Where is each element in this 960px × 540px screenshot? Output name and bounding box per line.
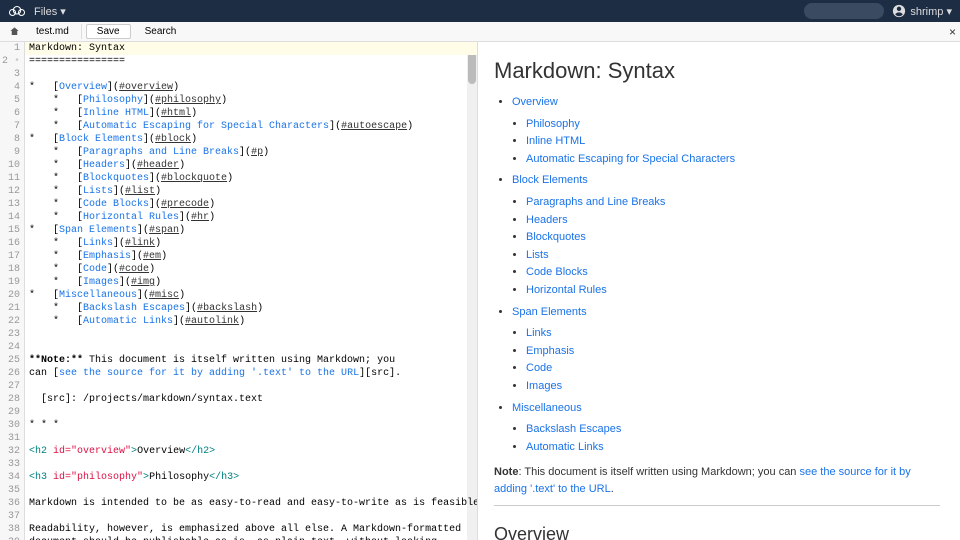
editor-line[interactable]: 33 [0, 458, 477, 471]
main-split: 1Markdown: Syntax2 •================34* … [0, 42, 960, 540]
editor-line[interactable]: 14 * [Horizontal Rules](#hr) [0, 211, 477, 224]
toc-link[interactable]: Span Elements [512, 306, 587, 318]
toc-link[interactable]: Code Blocks [526, 266, 588, 278]
editor-line[interactable]: 11 * [Blockquotes](#blockquote) [0, 172, 477, 185]
editor-line[interactable]: 39document should be publishable as-is, … [0, 536, 477, 540]
editor-line[interactable]: 19 * [Images](#img) [0, 276, 477, 289]
toc-link[interactable]: Lists [526, 249, 549, 261]
editor-line[interactable]: 1Markdown: Syntax [0, 42, 477, 55]
editor-line[interactable]: 22 * [Automatic Links](#autolink) [0, 315, 477, 328]
editor-line[interactable]: 26can [see the source for it by adding '… [0, 367, 477, 380]
global-search-input[interactable] [804, 3, 884, 19]
toolbar: test.md Save Search × [0, 22, 960, 42]
top-bar: Files ▾ shrimp ▾ [0, 0, 960, 22]
editor-line[interactable]: 9 * [Paragraphs and Line Breaks](#p) [0, 146, 477, 159]
editor-line[interactable]: 25**Note:** This document is itself writ… [0, 354, 477, 367]
editor-line[interactable]: 29 [0, 406, 477, 419]
editor-pane[interactable]: 1Markdown: Syntax2 •================34* … [0, 42, 478, 540]
editor-line[interactable]: 4* [Overview](#overview) [0, 81, 477, 94]
editor-line[interactable]: 24 [0, 341, 477, 354]
divider [494, 505, 940, 506]
toc-link[interactable]: Emphasis [526, 345, 574, 357]
editor-line[interactable]: 5 * [Philosophy](#philosophy) [0, 94, 477, 107]
editor-line[interactable]: 2 •================ [0, 55, 477, 68]
overview-heading: Overview [494, 524, 940, 540]
editor-line[interactable]: 35 [0, 484, 477, 497]
save-button[interactable]: Save [86, 24, 131, 39]
editor-line[interactable]: 32<h2 id="overview">Overview</h2> [0, 445, 477, 458]
editor-line[interactable]: 13 * [Code Blocks](#precode) [0, 198, 477, 211]
editor-line[interactable]: 38Readability, however, is emphasized ab… [0, 523, 477, 536]
editor-line[interactable]: 7 * [Automatic Escaping for Special Char… [0, 120, 477, 133]
editor-line[interactable]: 23 [0, 328, 477, 341]
toc-link[interactable]: Overview [512, 96, 558, 108]
editor-line[interactable]: 18 * [Code](#code) [0, 263, 477, 276]
note-paragraph: Note: This document is itself written us… [494, 464, 940, 497]
toc-link[interactable]: Inline HTML [526, 135, 585, 147]
toc-link[interactable]: Miscellaneous [512, 402, 582, 414]
editor-line[interactable]: 20* [Miscellaneous](#misc) [0, 289, 477, 302]
user-label: shrimp ▾ [910, 5, 952, 18]
toc-link[interactable]: Philosophy [526, 118, 580, 130]
editor-line[interactable]: 17 * [Emphasis](#em) [0, 250, 477, 263]
toc-link[interactable]: Block Elements [512, 174, 588, 186]
editor-line[interactable]: 37 [0, 510, 477, 523]
toc-link[interactable]: Code [526, 362, 552, 374]
editor-line[interactable]: 30* * * [0, 419, 477, 432]
toc-link[interactable]: Automatic Escaping for Special Character… [526, 153, 735, 165]
editor-line[interactable]: 31 [0, 432, 477, 445]
toc-link[interactable]: Backslash Escapes [526, 423, 621, 435]
editor-line[interactable]: 3 [0, 68, 477, 81]
editor-line[interactable]: 21 * [Backslash Escapes](#backslash) [0, 302, 477, 315]
user-avatar-icon [892, 4, 906, 18]
editor-line[interactable]: 15* [Span Elements](#span) [0, 224, 477, 237]
home-button[interactable] [4, 23, 24, 41]
toc-link[interactable]: Headers [526, 214, 568, 226]
editor-line[interactable]: 8* [Block Elements](#block) [0, 133, 477, 146]
toc-link[interactable]: Links [526, 327, 552, 339]
search-button[interactable]: Search [135, 25, 187, 38]
editor-line[interactable]: 12 * [Lists](#list) [0, 185, 477, 198]
preview-title: Markdown: Syntax [494, 58, 940, 84]
toc-link[interactable]: Blockquotes [526, 231, 586, 243]
toc-link[interactable]: Horizontal Rules [526, 284, 607, 296]
editor-line[interactable]: 28 [src]: /projects/markdown/syntax.text [0, 393, 477, 406]
preview-pane[interactable]: Markdown: Syntax Overview Philosophy Inlin… [478, 42, 960, 540]
editor-line[interactable]: 16 * [Links](#link) [0, 237, 477, 250]
files-menu[interactable]: Files ▾ [34, 5, 66, 18]
toc-link[interactable]: Images [526, 380, 562, 392]
user-menu[interactable]: shrimp ▾ [892, 4, 952, 18]
editor-line[interactable]: 27 [0, 380, 477, 393]
file-tab[interactable]: test.md [24, 24, 82, 39]
editor-line[interactable]: 36Markdown is intended to be as easy-to-… [0, 497, 477, 510]
close-button[interactable]: × [949, 25, 956, 39]
editor-line[interactable]: 10 * [Headers](#header) [0, 159, 477, 172]
toc-link[interactable]: Automatic Links [526, 441, 604, 453]
editor-line[interactable]: 6 * [Inline HTML](#html) [0, 107, 477, 120]
owncloud-logo-icon[interactable] [8, 2, 26, 20]
editor-line[interactable]: 34<h3 id="philosophy">Philosophy</h3> [0, 471, 477, 484]
toc-link[interactable]: Paragraphs and Line Breaks [526, 196, 665, 208]
table-of-contents: Overview Philosophy Inline HTML Automatic E… [512, 94, 940, 456]
